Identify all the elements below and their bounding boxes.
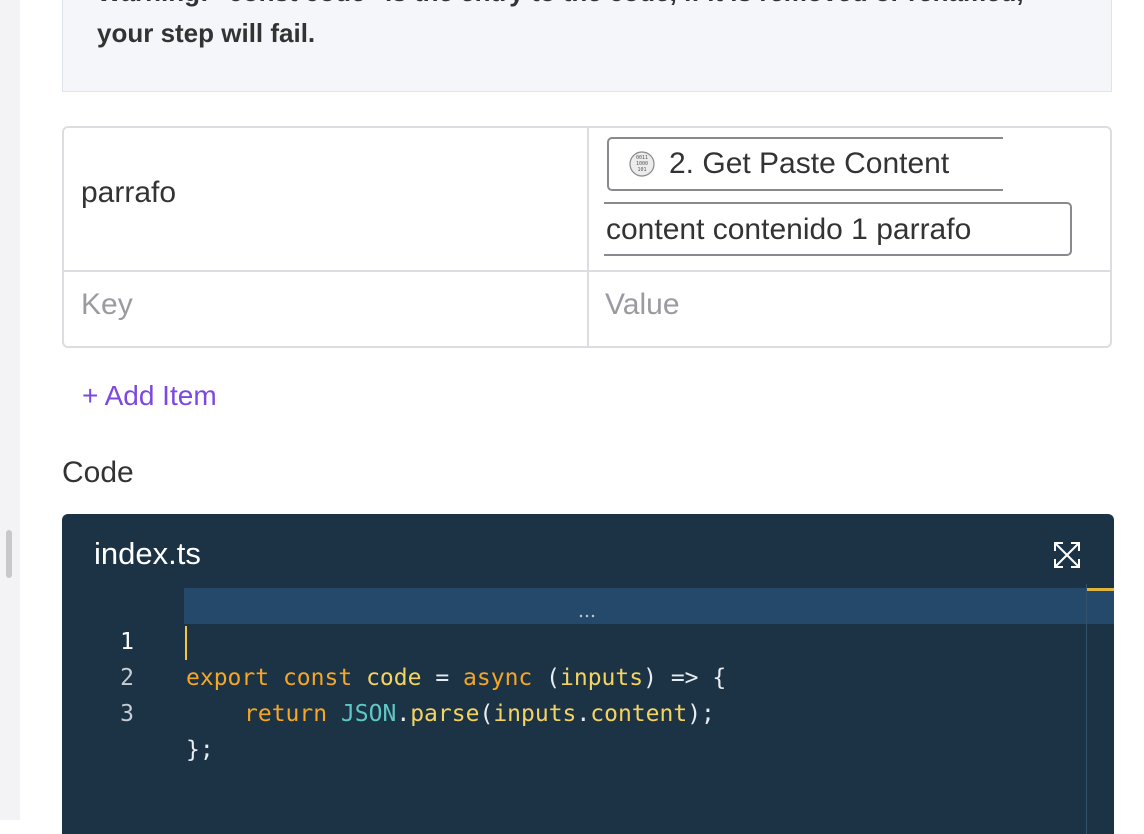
binary-data-icon: 0011 1000 101 [629, 151, 655, 177]
warning-box: Warning: "const code" is the entry to th… [62, 0, 1112, 92]
code-section-label: Code [62, 456, 134, 489]
warning-text: Warning: "const code" is the entry to th… [97, 0, 1024, 48]
inputs-table: parrafo 0011 1000 101 2. Get Paste Conte… [62, 126, 1112, 348]
resize-handle[interactable] [6, 530, 12, 578]
hint-squiggle [578, 614, 596, 618]
code-line: 3 }; [62, 660, 214, 763]
current-line-highlight [184, 588, 1114, 624]
add-item-button[interactable]: + Add Item [82, 380, 217, 412]
code-editor[interactable]: index.ts 1 export const code = async (in… [62, 514, 1114, 834]
code-text: return JSON.parse(inputs.content); [244, 701, 715, 727]
overview-ruler [1086, 584, 1087, 834]
code-line: 2 return JSON.parse(inputs.content); [62, 624, 715, 727]
left-rail [0, 0, 20, 820]
code-text: export const code = async (inputs) => { [186, 665, 727, 691]
line-number: 3 [120, 701, 134, 727]
ruler-marker [1087, 588, 1114, 591]
step-reference-pill[interactable]: 0011 1000 101 2. Get Paste Content [607, 137, 1003, 191]
code-line: 1 export const code = async (inputs) => … [62, 588, 726, 691]
value-text[interactable]: content contenido 1 parrafo [604, 202, 1072, 256]
text-cursor [185, 626, 187, 660]
svg-text:101: 101 [637, 167, 646, 173]
new-key-input[interactable]: Key [81, 288, 133, 322]
code-area[interactable]: 1 export const code = async (inputs) => … [62, 584, 1114, 834]
new-value-input[interactable]: Value [605, 288, 680, 322]
row-divider [64, 270, 1110, 272]
expand-icon[interactable] [1052, 540, 1082, 570]
column-divider [587, 128, 589, 346]
key-cell[interactable]: parrafo [81, 176, 176, 210]
step-reference-label: 2. Get Paste Content [669, 147, 950, 180]
file-name-tab: index.ts [94, 536, 201, 571]
code-text: }; [186, 737, 214, 763]
